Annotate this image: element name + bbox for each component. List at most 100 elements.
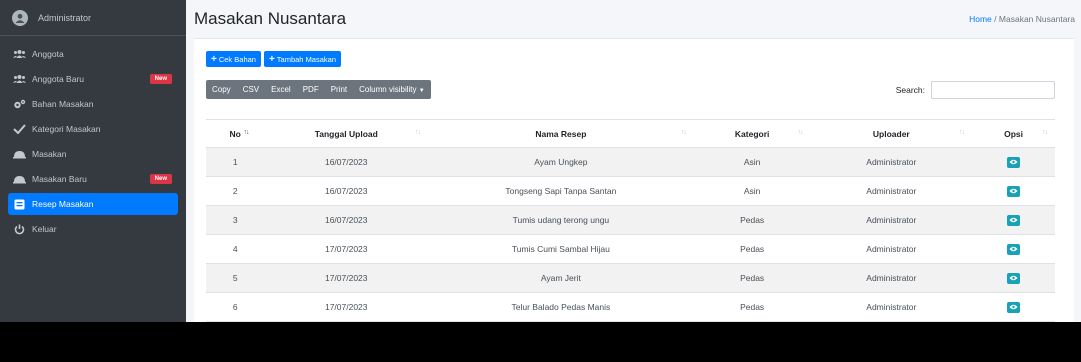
cell-kategori: Pedas	[693, 263, 811, 293]
hat-icon	[12, 173, 26, 185]
sidebar-item-label: Resep Masakan	[32, 199, 94, 209]
user-name: Administrator	[38, 12, 92, 23]
cell-kategori: Pedas	[693, 205, 811, 235]
sidebar-item-label: Anggota	[32, 49, 64, 59]
new-badge: New	[149, 74, 172, 84]
plus-icon: +	[268, 53, 275, 65]
cell-uploader: Administrator	[810, 263, 973, 293]
sidebar-item-masakan-baru[interactable]: Masakan Baru New	[8, 168, 178, 190]
sidebar-item-kategori-masakan[interactable]: Kategori Masakan	[8, 118, 178, 140]
recipe-card: + Cek Bahan + Tambah Masakan Copy CSV Ex…	[194, 38, 1074, 322]
sidebar-item-anggota-baru[interactable]: Anggota Baru New	[8, 68, 178, 90]
cell-nama-resep: Ayam Ungkep	[428, 147, 694, 177]
cell-nama-resep: Ayam Jerit	[428, 263, 694, 293]
datatable-toolbar: Copy CSV Excel PDF Print Column visibili…	[206, 80, 1055, 99]
cell-no: 5	[206, 263, 265, 293]
view-eye-icon[interactable]	[1007, 214, 1021, 226]
view-eye-icon[interactable]	[1007, 272, 1021, 284]
sidebar: Administrator Anggota Anggota Baru New B…	[0, 0, 186, 322]
new-badge: New	[149, 174, 172, 184]
table-row: 1 16/07/2023 Ayam Ungkep Asin Administrator	[206, 147, 1055, 177]
user-panel[interactable]: Administrator	[0, 0, 186, 36]
column-visibility-button[interactable]: Column visibility ▼	[353, 85, 431, 94]
cell-no: 7	[206, 321, 265, 322]
cell-opsi	[972, 234, 1055, 264]
column-header-opsi[interactable]: Opsi ↑↓	[972, 119, 1055, 148]
table-header-row: No ↑↓ Tanggal Upload ↑↓ Nama Resep ↑↓ Kateg…	[206, 119, 1055, 148]
caret-down-icon: ▼	[418, 88, 425, 94]
cell-opsi	[972, 321, 1055, 322]
sort-icon: ↑↓	[680, 129, 687, 136]
hat-icon	[12, 148, 26, 160]
tambah-masakan-label: Tambah Masakan	[276, 54, 336, 64]
sidebar-item-label: Masakan	[32, 149, 67, 159]
cell-nama-resep: Telur Balado Pedas Manis	[428, 292, 694, 322]
cek-bahan-label: Cek Bahan	[218, 54, 256, 64]
table-row: 2 16/07/2023 Tongseng Sapi Tanpa Santan Asi…	[206, 176, 1055, 206]
table-row: 6 17/07/2023 Telur Balado Pedas Manis Pedas…	[206, 292, 1055, 322]
breadcrumb-home-link[interactable]: Home	[969, 14, 992, 24]
view-eye-icon[interactable]	[1007, 243, 1021, 255]
cell-tanggal-upload: 17/07/2023	[264, 292, 429, 322]
cell-no: 2	[206, 176, 265, 206]
cell-opsi	[972, 263, 1055, 293]
breadcrumb: Home / Masakan Nusantara	[969, 14, 1075, 24]
cell-tanggal-upload: 17/07/2023	[264, 234, 429, 264]
sidebar-item-bahan-masakan[interactable]: Bahan Masakan	[8, 93, 178, 115]
cell-kategori: Pedas	[693, 234, 811, 264]
column-header-tanggal[interactable]: Tanggal Upload ↑↓	[264, 119, 429, 148]
cell-tanggal-upload: 16/07/2023	[264, 205, 429, 235]
users-icon	[12, 73, 26, 85]
cell-kategori: Asin	[693, 321, 811, 322]
view-eye-icon[interactable]	[1007, 156, 1021, 168]
view-eye-icon[interactable]	[1007, 301, 1021, 313]
users-icon	[12, 48, 26, 60]
copy-button[interactable]: Copy	[206, 85, 237, 94]
cell-opsi	[972, 292, 1055, 322]
breadcrumb-separator: /	[994, 14, 997, 24]
table-row: 3 16/07/2023 Tumis udang terong ungu Pedas A…	[206, 205, 1055, 235]
column-header-kategori[interactable]: Kategori ↑↓	[693, 119, 811, 148]
column-header-nama-resep[interactable]: Nama Resep ↑↓	[428, 119, 694, 148]
excel-button[interactable]: Excel	[265, 85, 297, 94]
table-row: 5 17/07/2023 Ayam Jerit Pedas Administrator	[206, 263, 1055, 293]
pdf-button[interactable]: PDF	[297, 85, 325, 94]
sort-icon: ↑↓	[959, 129, 965, 136]
cell-uploader: Administrator	[810, 205, 973, 235]
cell-no: 3	[206, 205, 265, 235]
cell-nama-resep: Tumis Cumi Sambal Hijau	[428, 234, 694, 264]
column-header-uploader[interactable]: Uploader ↑↓	[810, 119, 973, 148]
cell-no: 4	[206, 234, 265, 264]
cell-uploader: Administrator	[810, 176, 973, 206]
view-eye-icon[interactable]	[1007, 185, 1021, 197]
content-header: Masakan Nusantara Home / Masakan Nusanta…	[186, 0, 1081, 38]
cell-opsi	[972, 176, 1055, 206]
cell-uploader: Administrator	[810, 147, 973, 177]
cell-tanggal-upload: 16/07/2023	[264, 147, 429, 177]
sidebar-item-keluar[interactable]: Keluar	[8, 218, 178, 240]
sort-icon: ↑↓	[797, 129, 804, 136]
search-input[interactable]	[931, 80, 1055, 99]
search-label: Search:	[895, 84, 925, 95]
cell-nama-resep: Tumis udang terong ungu	[428, 205, 694, 235]
sidebar-item-resep-masakan[interactable]: Resep Masakan	[8, 193, 178, 215]
cell-nama-resep: Ayam Cab Jamur	[428, 321, 694, 322]
sort-asc-icon: ↑↓	[243, 129, 249, 136]
breadcrumb-current: Masakan Nusantara	[998, 14, 1075, 24]
cell-kategori: Asin	[693, 176, 811, 206]
csv-button[interactable]: CSV	[237, 85, 265, 94]
sidebar-item-masakan[interactable]: Masakan	[8, 143, 178, 165]
action-buttons: + Cek Bahan + Tambah Masakan	[194, 39, 1074, 67]
column-header-no[interactable]: No ↑↓	[206, 119, 265, 148]
sidebar-item-anggota[interactable]: Anggota	[8, 43, 178, 65]
search-box: Search:	[895, 80, 1055, 99]
sort-icon: ↑↓	[415, 129, 421, 136]
print-button[interactable]: Print	[325, 85, 353, 94]
table-row: 4 17/07/2023 Tumis Cumi Sambal Hijau Pedas A…	[206, 234, 1055, 264]
export-buttons: Copy CSV Excel PDF Print Column visibili…	[206, 80, 431, 99]
cek-bahan-button[interactable]: + Cek Bahan	[206, 51, 261, 67]
cell-nama-resep: Tongseng Sapi Tanpa Santan	[428, 176, 694, 206]
sort-icon: ↑↓	[1042, 129, 1048, 136]
tambah-masakan-button[interactable]: + Tambah Masakan	[263, 51, 341, 67]
plus-icon: +	[211, 53, 217, 65]
